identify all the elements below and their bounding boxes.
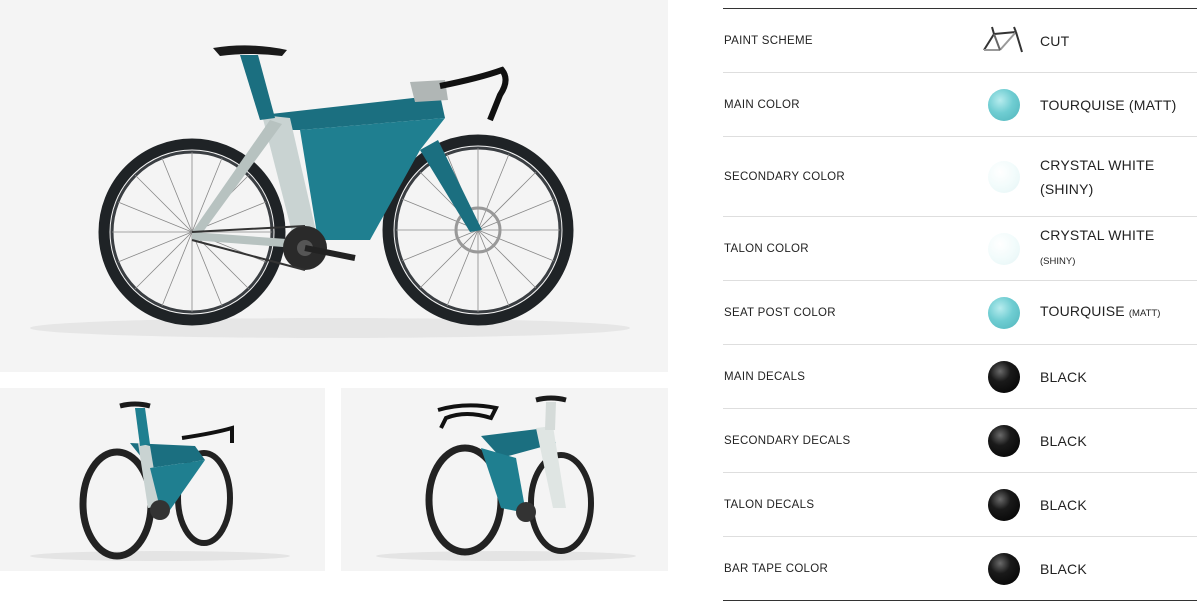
color-swatch <box>988 232 1020 265</box>
paint-scheme-icon <box>983 26 1023 52</box>
spec-label: PAINT SCHEME <box>724 34 813 47</box>
spec-row-talon-color[interactable]: TALON COLOR CRYSTAL WHITE (SHINY) <box>723 217 1197 281</box>
spec-row-paint-scheme[interactable]: PAINT SCHEME CUT <box>723 9 1197 73</box>
spec-value-main: CRYSTAL WHITE <box>1040 227 1155 243</box>
spec-label: BAR TAPE COLOR <box>724 562 829 575</box>
spec-row-seat-post-color[interactable]: SEAT POST COLOR TOURQUISE (MATT) <box>723 281 1197 345</box>
spec-value: BLACK <box>1040 368 1087 385</box>
spec-label: MAIN COLOR <box>724 98 800 111</box>
bike-side-illustration <box>30 45 630 338</box>
spec-row-bar-tape-color[interactable]: BAR TAPE COLOR BLACK <box>723 537 1197 601</box>
color-swatch <box>988 160 1020 193</box>
spec-label: SECONDARY DECALS <box>724 434 851 447</box>
spec-label: TALON DECALS <box>724 498 815 511</box>
spec-value-main: TOURQUISE <box>1040 303 1129 319</box>
color-swatch <box>988 552 1020 585</box>
bike-thumbnail-rear[interactable] <box>0 388 325 571</box>
spec-row-main-color[interactable]: MAIN COLOR TOURQUISE (MATT) <box>723 73 1197 137</box>
bike-spec-table: PAINT SCHEME CUT MAIN COLOR TOURQUISE (M… <box>723 8 1197 601</box>
spec-value: CRYSTAL WHITE (SHINY) <box>1040 223 1190 274</box>
spec-value: CUT <box>1040 32 1070 49</box>
spec-value: TOURQUISE (MATT) <box>1040 299 1190 326</box>
spec-value: BLACK <box>1040 432 1087 449</box>
spec-value-finish: (SHINY) <box>1040 256 1076 267</box>
spec-value: TOURQUISE (MATT) <box>1040 96 1177 113</box>
bike-gallery <box>0 0 668 613</box>
bike-main-image[interactable] <box>0 0 668 372</box>
spec-value: CRYSTAL WHITE (SHINY) <box>1040 156 1155 197</box>
bike-rear-illustration <box>30 401 290 561</box>
spec-value: BLACK <box>1040 560 1087 577</box>
color-swatch <box>988 88 1020 121</box>
spec-row-main-decals[interactable]: MAIN DECALS BLACK <box>723 345 1197 409</box>
spec-row-secondary-decals[interactable]: SECONDARY DECALS BLACK <box>723 409 1197 473</box>
spec-value-finish: (MATT) <box>1128 308 1161 319</box>
color-swatch <box>988 488 1020 521</box>
spec-label: TALON COLOR <box>724 242 809 255</box>
color-swatch <box>988 296 1020 329</box>
color-swatch <box>988 360 1020 393</box>
spec-label: SEAT POST COLOR <box>724 306 836 319</box>
spec-value: BLACK <box>1040 496 1087 513</box>
color-swatch <box>988 424 1020 457</box>
bike-thumbnail-front[interactable] <box>341 388 668 571</box>
spec-row-secondary-color[interactable]: SECONDARY COLOR CRYSTAL WHITE (SHINY) <box>723 137 1197 217</box>
bike-front-illustration <box>376 395 636 561</box>
spec-label: SECONDARY COLOR <box>724 170 846 183</box>
spec-label: MAIN DECALS <box>724 370 806 383</box>
spec-row-talon-decals[interactable]: TALON DECALS BLACK <box>723 473 1197 537</box>
